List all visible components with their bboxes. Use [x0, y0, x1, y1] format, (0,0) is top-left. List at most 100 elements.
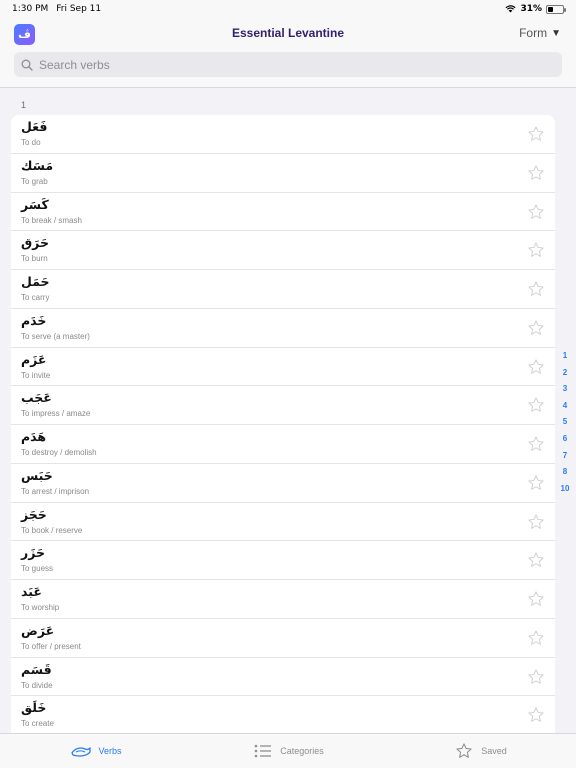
section-index-item[interactable]: 10 — [561, 481, 570, 498]
verb-arabic: فَعَل — [21, 119, 48, 134]
verb-translation: To offer / present — [21, 641, 81, 651]
verb-row[interactable]: فَعَل To do — [11, 115, 555, 154]
verb-translation: To grab — [21, 176, 48, 186]
verb-translation: To divide — [21, 680, 53, 690]
verb-row[interactable]: حَرَق To burn — [11, 231, 555, 270]
star-icon[interactable] — [527, 590, 545, 608]
section-index-item[interactable]: 5 — [563, 414, 567, 431]
form-menu-label: Form — [519, 26, 548, 40]
verb-translation: To create — [21, 719, 54, 729]
verb-row[interactable]: عَجَب To impress / amaze — [11, 386, 555, 425]
tab-verbs[interactable]: Verbs — [0, 734, 192, 768]
verb-translation: To guess — [21, 564, 54, 574]
verb-row[interactable]: حَمَل To carry — [11, 270, 555, 309]
verb-translation: To serve (a master) — [21, 331, 90, 341]
verb-row[interactable]: قَسَم To divide — [11, 658, 555, 697]
section-index-item[interactable]: 3 — [563, 381, 567, 398]
section-index-item[interactable]: 2 — [563, 365, 567, 382]
verb-translation: To carry — [21, 293, 50, 302]
star-icon[interactable] — [527, 629, 545, 647]
verb-row[interactable]: عَزَم To invite — [11, 348, 555, 387]
search-input[interactable] — [39, 57, 439, 72]
verb-arabic: حَزَر — [21, 545, 45, 561]
nav-header: ڤ Essential Levantine Form ▼ — [0, 18, 576, 88]
verb-translation: To invite — [21, 370, 51, 380]
verb-list[interactable]: فَعَل To do مَسَك To grab كَسَر To break / sm… — [11, 115, 555, 733]
verb-row[interactable]: خَدَم To serve (a master) — [11, 309, 555, 348]
section-index-item[interactable]: 6 — [563, 431, 567, 448]
verb-arabic: هَدَم — [21, 429, 47, 444]
section-index-item[interactable]: 7 — [563, 448, 567, 465]
verb-row[interactable]: عَرَض To offer / present — [11, 619, 555, 658]
tab-categories[interactable]: Categories — [192, 734, 384, 768]
verb-translation: To book / reserve — [21, 525, 83, 535]
verb-arabic: عَرَض — [21, 622, 55, 638]
star-icon[interactable] — [527, 396, 545, 414]
verb-arabic: حَجَز — [21, 506, 47, 522]
verb-row[interactable]: هَدَم To destroy / demolish — [11, 425, 555, 464]
verb-arabic: قَسَم — [21, 661, 52, 677]
verb-translation: To break / smash — [21, 215, 82, 225]
search-bar[interactable] — [14, 52, 562, 77]
star-icon[interactable] — [527, 241, 545, 259]
star-icon[interactable] — [527, 280, 545, 298]
tab-saved[interactable]: Saved — [384, 734, 576, 768]
verb-translation: To arrest / imprison — [21, 486, 90, 496]
verbs-icon — [70, 742, 92, 760]
battery-percent: 31% — [520, 4, 542, 14]
search-icon — [20, 58, 34, 72]
verb-arabic: خَلَق — [21, 700, 47, 716]
status-right: 31% — [505, 4, 566, 14]
status-left: 1:30 PM Fri Sep 11 — [12, 4, 101, 14]
verb-translation: To worship — [21, 603, 60, 612]
section-index-item[interactable]: 8 — [563, 464, 567, 481]
status-date: Fri Sep 11 — [56, 4, 102, 14]
verb-arabic: كَسَر — [21, 196, 49, 212]
caret-down-icon: ▼ — [551, 27, 561, 39]
verb-row[interactable]: مَسَك To grab — [11, 154, 555, 193]
verb-row[interactable]: حَبَس To arrest / imprison — [11, 464, 555, 503]
tab-verbs-label: Verbs — [98, 746, 122, 756]
verb-translation: To impress / amaze — [21, 409, 91, 419]
tab-categories-label: Categories — [280, 746, 324, 756]
verb-row[interactable]: خَلَق To create — [11, 696, 555, 733]
star-icon[interactable] — [527, 203, 545, 221]
page-title: Essential Levantine — [231, 26, 345, 40]
verb-translation: To destroy / demolish — [21, 448, 97, 457]
section-index[interactable]: 1 2 3 4 5 6 7 8 10 — [555, 348, 575, 497]
verb-arabic: حَبَس — [21, 467, 53, 483]
verb-arabic: مَسَك — [21, 157, 54, 173]
list-icon — [252, 742, 274, 760]
verb-row[interactable]: كَسَر To break / smash — [11, 193, 555, 232]
star-icon — [453, 742, 475, 760]
star-icon[interactable] — [527, 513, 545, 531]
star-icon[interactable] — [527, 668, 545, 686]
verb-arabic: حَمَل — [21, 274, 50, 289]
battery-icon — [546, 4, 566, 14]
section-index-item[interactable]: 4 — [563, 398, 567, 415]
star-icon[interactable] — [527, 474, 545, 492]
verb-row[interactable]: حَجَز To book / reserve — [11, 503, 555, 542]
star-icon[interactable] — [527, 551, 545, 569]
tab-saved-label: Saved — [481, 746, 507, 756]
form-menu-button[interactable]: Form ▼ — [519, 26, 561, 40]
verb-arabic: عَبَد — [21, 584, 42, 599]
battery-level — [548, 6, 553, 12]
tab-bar: Verbs Categories Saved — [0, 733, 576, 768]
verb-arabic: حَرَق — [21, 235, 49, 251]
section-index-item[interactable]: 1 — [563, 348, 567, 365]
verb-arabic: خَدَم — [21, 312, 47, 328]
star-icon[interactable] — [527, 358, 545, 376]
star-icon[interactable] — [527, 125, 545, 143]
wifi-icon — [505, 5, 516, 13]
star-icon[interactable] — [527, 706, 545, 724]
verb-translation: To do — [21, 138, 41, 147]
star-icon[interactable] — [527, 435, 545, 453]
star-icon[interactable] — [527, 164, 545, 182]
verb-arabic: عَجَب — [21, 390, 52, 406]
verb-arabic: عَزَم — [21, 351, 47, 367]
verb-row[interactable]: حَزَر To guess — [11, 541, 555, 580]
status-time: 1:30 PM — [12, 4, 49, 14]
star-icon[interactable] — [527, 319, 545, 337]
verb-row[interactable]: عَبَد To worship — [11, 580, 555, 619]
